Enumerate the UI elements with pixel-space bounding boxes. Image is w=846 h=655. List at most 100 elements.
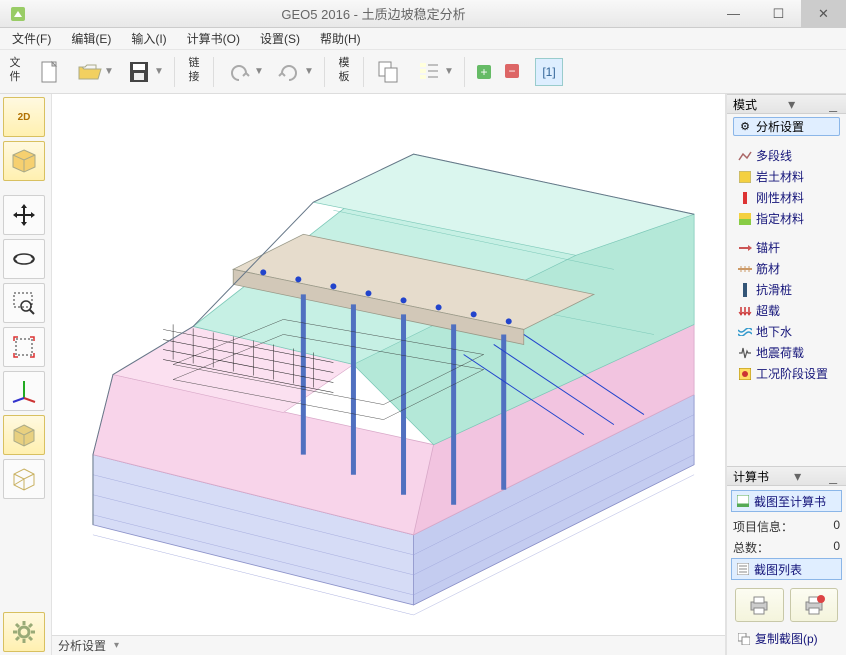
mode-assign[interactable]: 指定材料	[733, 209, 840, 228]
gear-icon: ⚙	[738, 120, 752, 134]
printer-alert-icon	[803, 594, 825, 616]
total-row: 总数： 0	[731, 537, 842, 558]
pile-icon	[738, 283, 752, 297]
menu-settings[interactable]: 设置(S)	[254, 29, 306, 48]
orbit-icon	[11, 246, 37, 272]
template-button[interactable]: 模板	[333, 54, 355, 90]
stage-tab-1[interactable]: [1]	[535, 58, 563, 86]
view-3d-button[interactable]	[3, 141, 45, 181]
svg-text:文: 文	[10, 56, 21, 69]
svg-text:板: 板	[339, 69, 350, 83]
mode-anti-pile[interactable]: 抗滑桩	[733, 280, 840, 299]
orbit-button[interactable]	[3, 239, 45, 279]
maximize-button[interactable]: ☐	[756, 0, 801, 28]
svg-text:件: 件	[10, 70, 21, 83]
gear-settings-button[interactable]	[3, 612, 45, 652]
menu-file[interactable]: 文件(F)	[6, 29, 57, 48]
remove-stage-button[interactable]: −	[501, 53, 523, 89]
mode-analysis-settings[interactable]: ⚙ 分析设置	[733, 117, 840, 136]
mode-rigid[interactable]: 刚性材料	[733, 188, 840, 207]
dropdown-icon: ▼	[444, 66, 452, 77]
view-2d-button[interactable]: 2D	[3, 97, 45, 137]
dropdown-icon: ▼	[104, 66, 112, 77]
print-button-2[interactable]	[790, 588, 839, 622]
dropdown-icon: ▼	[254, 66, 262, 77]
window-title: GEO5 2016 - 土质边坡稳定分析	[36, 4, 711, 23]
polyline-icon	[738, 149, 752, 163]
zoom-window-icon	[11, 290, 37, 316]
add-stage-button[interactable]: +	[473, 54, 495, 90]
status-section-label: 分析设置	[58, 637, 106, 654]
mode-reinforcement[interactable]: 筋材	[733, 259, 840, 278]
status-bar: 分析设置 ▾	[52, 635, 725, 655]
pan-button[interactable]	[3, 195, 45, 235]
axes-button[interactable]	[3, 371, 45, 411]
undo-button[interactable]: ▼	[222, 54, 266, 90]
solid-view-button[interactable]	[3, 415, 45, 455]
move-arrows-icon	[11, 202, 37, 228]
mode-seismic[interactable]: 地震荷载	[733, 343, 840, 362]
wireframe-view-button[interactable]	[3, 459, 45, 499]
zoom-window-button[interactable]	[3, 283, 45, 323]
surcharge-icon	[738, 304, 752, 318]
svg-text:链: 链	[189, 56, 200, 69]
project-info-row: 项目信息： 0	[731, 516, 842, 537]
rigid-icon	[738, 191, 752, 205]
modes-panel-header[interactable]: 模式 ▾ _	[727, 94, 846, 114]
svg-text:接: 接	[189, 70, 200, 83]
mode-groundwater[interactable]: 地下水	[733, 322, 840, 341]
settings-list-button[interactable]: ▼	[412, 54, 456, 90]
reinforcement-icon	[738, 262, 752, 276]
collapse-icon[interactable]: _	[826, 96, 840, 112]
wire-cube-icon	[11, 466, 37, 492]
menu-edit[interactable]: 编辑(E)	[65, 29, 117, 48]
redo-button[interactable]: ▼	[272, 54, 316, 90]
new-file-button[interactable]	[32, 54, 66, 90]
mode-soil[interactable]: 岩土材料	[733, 167, 840, 186]
menu-input[interactable]: 输入(I)	[125, 29, 172, 48]
viewport-3d[interactable]	[52, 94, 725, 635]
calcbook-panel-body: 截图至计算书 项目信息： 0 总数： 0 截图列表	[727, 486, 846, 655]
right-panel: 模式 ▾ _ ⚙ 分析设置 多段线 岩土材料 刚性	[726, 94, 846, 655]
close-button[interactable]: ✕	[801, 0, 846, 28]
axes-icon	[11, 378, 37, 404]
mode-anchor[interactable]: 锚杆	[733, 238, 840, 257]
collapse-icon[interactable]: _	[826, 468, 840, 484]
app-logo	[0, 0, 36, 28]
dropdown-icon: ▼	[304, 66, 312, 77]
save-file-button[interactable]: ▼	[122, 54, 166, 90]
menu-help[interactable]: 帮助(H)	[314, 29, 367, 48]
status-dropdown-icon[interactable]: ▾	[114, 640, 119, 651]
capture-to-book-button[interactable]: 截图至计算书	[731, 490, 842, 512]
workspace: 2D	[0, 94, 846, 655]
cube-3d-icon	[10, 147, 38, 175]
calcbook-panel-header[interactable]: 计算书 ▾ _	[727, 466, 846, 486]
copy-icon	[737, 632, 751, 646]
copy-view-button[interactable]	[372, 54, 406, 90]
menu-calcbook[interactable]: 计算书(O)	[181, 29, 246, 48]
mode-polyline[interactable]: 多段线	[733, 146, 840, 165]
mode-surcharge[interactable]: 超载	[733, 301, 840, 320]
link-manager-button[interactable]: 链接	[183, 54, 205, 90]
capture-icon	[736, 494, 750, 508]
file-label-button[interactable]: 文件	[4, 54, 26, 90]
print-row	[731, 584, 842, 626]
copy-capture-button[interactable]: 复制截图(p)	[731, 626, 842, 651]
zoom-extents-button[interactable]	[3, 327, 45, 367]
chevron-down-icon: ▾	[785, 96, 798, 113]
open-file-button[interactable]: ▼	[72, 54, 116, 90]
minimize-button[interactable]: —	[711, 0, 756, 28]
zoom-extents-icon	[11, 334, 37, 360]
capture-list-button[interactable]: 截图列表	[731, 558, 842, 580]
geology-model	[52, 94, 725, 635]
soil-icon	[738, 170, 752, 184]
water-icon	[738, 325, 752, 339]
assign-icon	[738, 212, 752, 226]
mode-stage-settings[interactable]: 工况阶段设置	[733, 364, 840, 383]
main-toolbar: 文件 ▼ ▼ 链接 ▼ ▼ 模板 ▼ + − [1]	[0, 50, 846, 94]
canvas-area: 分析设置 ▾	[52, 94, 726, 655]
gear-icon	[11, 619, 37, 645]
chevron-down-icon: ▾	[791, 468, 804, 485]
print-button-1[interactable]	[735, 588, 784, 622]
seismic-icon	[738, 346, 752, 360]
